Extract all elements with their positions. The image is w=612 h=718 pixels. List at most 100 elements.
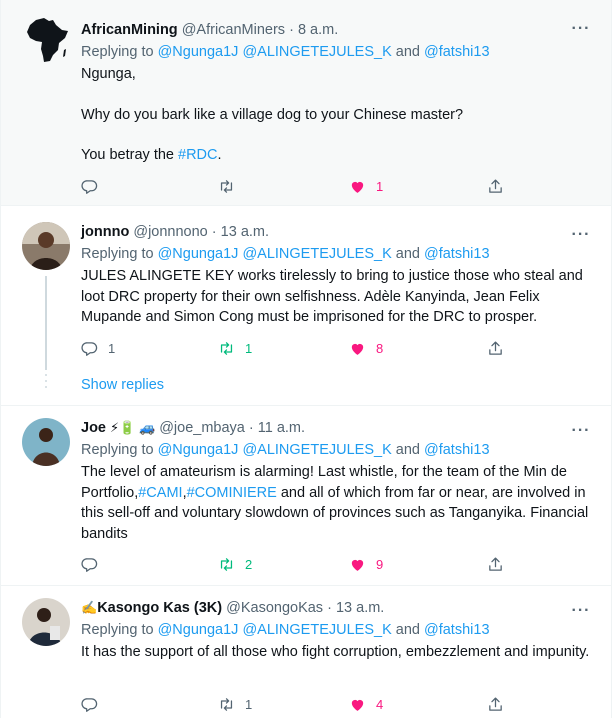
avatar-joe[interactable]: [22, 418, 70, 466]
tweet-text: The level of amateurism is alarming! Las…: [81, 464, 589, 542]
mention-link[interactable]: @ALINGETEJULES_K: [242, 442, 391, 458]
like-button[interactable]: 9: [349, 554, 383, 574]
tweet-actions: 2 9: [81, 554, 511, 574]
mention-link[interactable]: @fatshi13: [424, 246, 490, 262]
timestamp[interactable]: 8 a.m.: [298, 22, 338, 38]
display-name[interactable]: jonnno: [81, 224, 129, 240]
user-photo-icon: [22, 418, 70, 466]
retweet-button[interactable]: [218, 176, 245, 196]
mention-link[interactable]: @ALINGETEJULES_K: [242, 246, 391, 262]
retweet-button[interactable]: 1: [218, 694, 252, 714]
share-button[interactable]: [487, 176, 504, 196]
display-name[interactable]: Joe: [81, 420, 106, 436]
reply-icon: [81, 697, 98, 712]
thread-line: [45, 276, 47, 370]
user-photo-icon: [22, 598, 70, 646]
like-button[interactable]: 8: [349, 338, 383, 358]
name-emoji: ⚡🔋 🚙: [110, 420, 156, 435]
user-handle[interactable]: @AfricanMiners: [182, 22, 285, 38]
retweet-count: 1: [245, 340, 253, 356]
hashtag-link[interactable]: #RDC: [178, 147, 217, 163]
tweet-header: jonnno @jonnnono · 13 a.m.: [81, 224, 270, 240]
share-icon: [489, 556, 502, 571]
retweet-button[interactable]: 1: [218, 338, 252, 358]
heart-filled-icon: [351, 559, 364, 571]
tweet-kasongo[interactable]: ··· ✍️Kasongo Kas (3K) @KasongoKas · 13 …: [1, 586, 611, 718]
tweet-jonnno[interactable]: ··· jonnno @jonnnono · 13 a.m. Replying …: [1, 206, 611, 406]
africa-map-icon: [27, 18, 68, 62]
timestamp[interactable]: 13 a.m.: [221, 224, 269, 240]
retweet-icon: [220, 341, 233, 355]
reply-icon: [81, 557, 98, 572]
mention-link[interactable]: @fatshi13: [424, 442, 490, 458]
replying-to: Replying to @Ngunga1J @ALINGETEJULES_K a…: [81, 44, 490, 60]
user-handle[interactable]: @jonnnono: [133, 224, 207, 240]
share-icon: [489, 696, 502, 711]
tweet-africanmining[interactable]: ··· AfricanMining @AfricanMiners · 8 a.m…: [1, 0, 611, 206]
like-count: 4: [376, 696, 384, 712]
mention-link[interactable]: @fatshi13: [424, 622, 490, 638]
avatar-kasongo[interactable]: [22, 598, 70, 646]
user-handle[interactable]: @KasongoKas: [226, 600, 323, 616]
avatar-jonnno[interactable]: [22, 222, 70, 270]
like-button[interactable]: 1: [349, 176, 383, 196]
tweet-header: AfricanMining @AfricanMiners · 8 a.m.: [81, 22, 339, 38]
show-replies-link[interactable]: Show replies: [81, 375, 164, 395]
tweet-feed: ··· AfricanMining @AfricanMiners · 8 a.m…: [0, 0, 612, 718]
like-button[interactable]: 4: [349, 694, 383, 714]
like-count: 9: [376, 556, 384, 572]
display-name[interactable]: AfricanMining: [81, 22, 178, 38]
share-icon: [489, 178, 502, 193]
retweet-icon: [220, 179, 233, 193]
replying-to: Replying to @Ngunga1J @ALINGETEJULES_K a…: [81, 442, 490, 458]
reply-icon: [81, 179, 98, 194]
heart-filled-icon: [351, 343, 364, 355]
retweet-count: 2: [245, 556, 253, 572]
tweet-joe[interactable]: ··· Joe ⚡🔋 🚙 @joe_mbaya · 11 a.m. Replyi…: [1, 406, 611, 586]
tweet-text: It has the support of all those who figh…: [81, 644, 590, 660]
mention-link[interactable]: @Ngunga1J: [158, 246, 239, 262]
heart-filled-icon: [351, 699, 364, 711]
tweet-header: Joe ⚡🔋 🚙 @joe_mbaya · 11 a.m.: [81, 420, 306, 436]
hashtag-link[interactable]: #CAMI: [138, 485, 182, 501]
tweet-text: JULES ALINGETE KEY works tirelessly to b…: [81, 268, 583, 325]
user-handle[interactable]: @joe_mbaya: [159, 420, 245, 436]
mention-link[interactable]: @Ngunga1J: [158, 442, 239, 458]
retweet-count: 1: [245, 696, 253, 712]
reply-icon: [81, 341, 98, 356]
reply-button[interactable]: [81, 554, 108, 574]
mention-link[interactable]: @ALINGETEJULES_K: [242, 44, 391, 60]
tweet-actions: 1 4: [81, 694, 511, 714]
reply-button[interactable]: [81, 176, 108, 196]
reply-button[interactable]: 1: [81, 338, 115, 358]
tweet-header: ✍️Kasongo Kas (3K) @KasongoKas · 13 a.m.: [81, 600, 385, 616]
tweet-actions: 1 1 8: [81, 338, 511, 358]
replying-to: Replying to @Ngunga1J @ALINGETEJULES_K a…: [81, 622, 490, 638]
tweet-text: Ngunga, Why do you bark like a village d…: [81, 66, 464, 163]
retweet-icon: [220, 557, 233, 571]
name-emoji: ✍️: [81, 600, 98, 615]
mention-link[interactable]: @fatshi13: [424, 44, 490, 60]
reply-button[interactable]: [81, 694, 108, 714]
share-icon: [489, 340, 502, 355]
hashtag-link[interactable]: #COMINIERE: [187, 485, 277, 501]
timestamp[interactable]: 11 a.m.: [258, 420, 305, 436]
replying-to: Replying to @Ngunga1J @ALINGETEJULES_K a…: [81, 246, 490, 262]
retweet-icon: [220, 697, 233, 711]
thread-dots: [44, 374, 48, 392]
like-count: 8: [376, 340, 384, 356]
reply-count: 1: [108, 340, 116, 356]
timestamp[interactable]: 13 a.m.: [336, 600, 384, 616]
mention-link[interactable]: @Ngunga1J: [158, 622, 239, 638]
tweet-actions: 1: [81, 176, 511, 196]
share-button[interactable]: [487, 694, 504, 714]
user-photo-icon: [22, 222, 70, 270]
display-name[interactable]: Kasongo Kas (3K): [97, 600, 222, 616]
mention-link[interactable]: @Ngunga1J: [158, 44, 239, 60]
avatar-africa-map[interactable]: [22, 16, 70, 64]
share-button[interactable]: [487, 338, 504, 358]
retweet-button[interactable]: 2: [218, 554, 252, 574]
heart-filled-icon: [351, 181, 364, 193]
share-button[interactable]: [487, 554, 504, 574]
mention-link[interactable]: @ALINGETEJULES_K: [242, 622, 391, 638]
